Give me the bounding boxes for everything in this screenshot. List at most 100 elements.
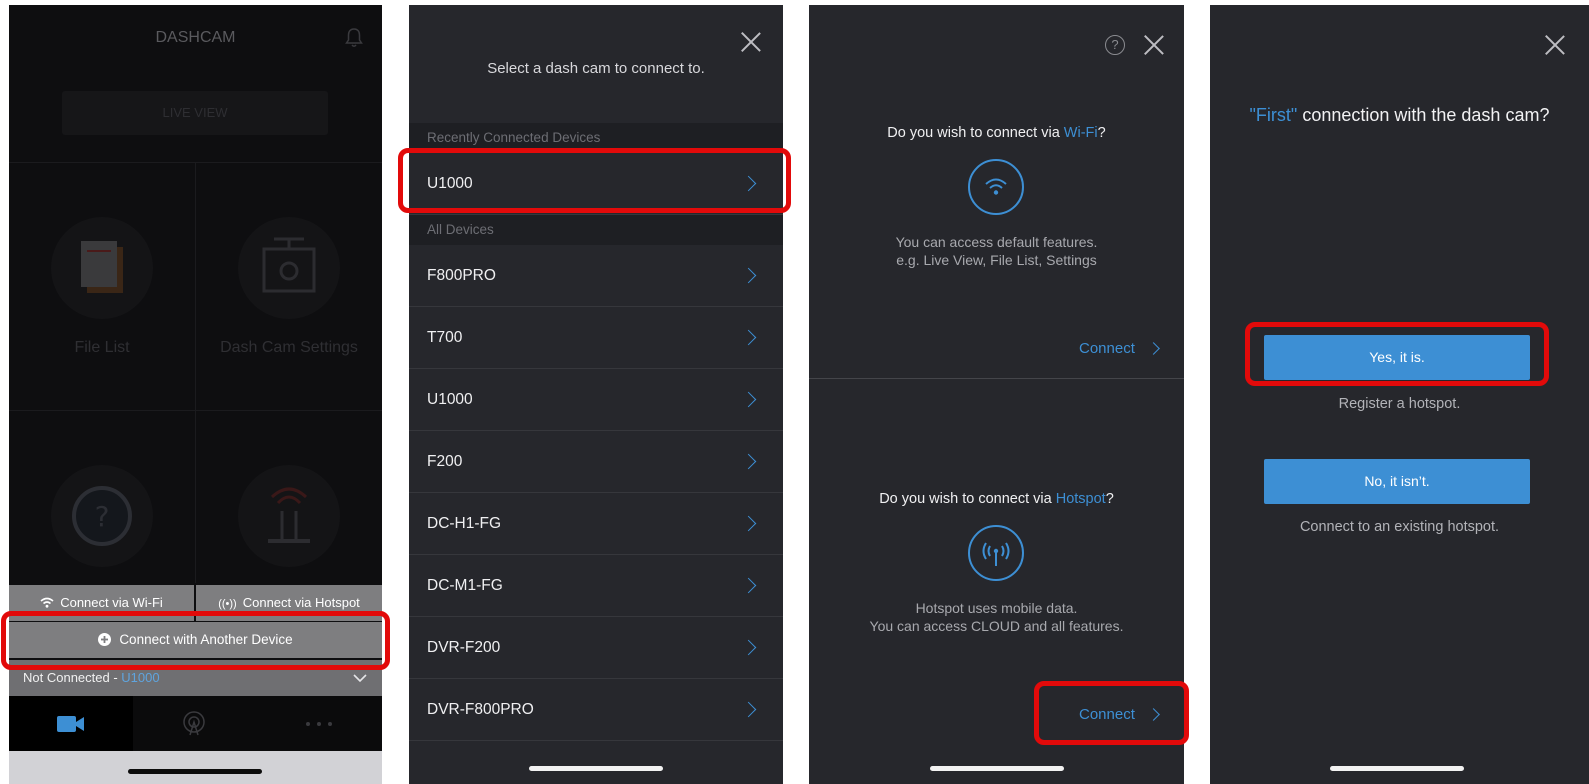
wifi-desc-line: You can access default features. bbox=[895, 234, 1098, 250]
recent-devices-header: Recently Connected Devices bbox=[409, 123, 783, 153]
hotspot-desc-line: You can access CLOUD and all features. bbox=[869, 618, 1124, 634]
chevron-right-icon bbox=[1147, 708, 1160, 721]
no-description: Connect to an existing hotspot. bbox=[1299, 519, 1500, 535]
wifi-desc-line: e.g. Live View, File List, Settings bbox=[896, 252, 1097, 268]
device-name: F800PRO bbox=[427, 267, 496, 284]
chevron-right-icon bbox=[1147, 342, 1160, 355]
device-row[interactable]: F800PRO bbox=[409, 245, 783, 307]
connect-hotspot-label: Connect via Hotspot bbox=[242, 595, 360, 610]
close-icon[interactable] bbox=[1544, 34, 1566, 56]
dashcam-home-screen: DASHCAM LIVE VIEW File List Dash Cam Set… bbox=[9, 5, 382, 784]
device-name: F200 bbox=[427, 453, 463, 470]
connect-label: Connect bbox=[1079, 340, 1135, 357]
tile-help[interactable]: ? bbox=[9, 411, 195, 583]
wifi-question-accent: Wi-Fi bbox=[1063, 125, 1098, 141]
svg-text:?: ? bbox=[95, 500, 110, 533]
live-view-button[interactable]: LIVE VIEW bbox=[62, 91, 328, 135]
question-text: connection with the dash cam? bbox=[1297, 105, 1550, 125]
chevron-right-icon bbox=[740, 701, 757, 718]
router-icon bbox=[268, 487, 310, 543]
chevron-right-icon bbox=[740, 391, 757, 408]
tile-router[interactable] bbox=[196, 411, 382, 583]
device-name: DVR-F200 bbox=[427, 639, 501, 656]
chevron-right-icon bbox=[740, 453, 757, 470]
tab-more[interactable] bbox=[257, 696, 382, 751]
connect-wifi-label: Connect via Wi-Fi bbox=[60, 595, 163, 610]
hotspot-icon-circle bbox=[968, 525, 1024, 581]
device-select-screen: Select a dash cam to connect to. Recentl… bbox=[409, 5, 783, 784]
home-indicator-area bbox=[9, 751, 382, 784]
home-indicator bbox=[529, 766, 663, 771]
select-prompt: Select a dash cam to connect to. bbox=[487, 60, 705, 77]
hotspot-icon bbox=[982, 542, 1010, 566]
device-row[interactable]: F200 bbox=[409, 431, 783, 493]
wifi-icon bbox=[985, 178, 1007, 195]
wifi-connect-button[interactable]: Connect bbox=[1079, 340, 1135, 357]
home-indicator bbox=[128, 769, 262, 774]
chevron-right-icon bbox=[740, 577, 757, 594]
hotspot-description: Hotspot uses mobile data. You can access… bbox=[809, 599, 1184, 635]
cloud-icon bbox=[183, 711, 205, 736]
tile-label: Dash Cam Settings bbox=[220, 339, 358, 356]
no-button[interactable]: No, it isn’t. bbox=[1264, 459, 1530, 504]
device-row[interactable]: DVR-F200 bbox=[409, 617, 783, 679]
status-device: U1000 bbox=[121, 670, 160, 685]
device-row[interactable]: DVR-F800PRO bbox=[409, 679, 783, 741]
camera-icon bbox=[57, 716, 84, 732]
connect-hotspot-button[interactable]: ((•)) Connect via Hotspot bbox=[196, 585, 382, 621]
device-name: DC-H1-FG bbox=[427, 515, 502, 532]
hotspot-question: Do you wish to connect via Hotspot? bbox=[809, 491, 1184, 507]
wifi-question-text: Do you wish to connect via bbox=[887, 125, 1064, 141]
device-name: U1000 bbox=[427, 175, 473, 192]
connect-another-label: Connect with Another Device bbox=[119, 632, 293, 647]
wifi-icon bbox=[40, 597, 54, 608]
device-row[interactable]: T700 bbox=[409, 307, 783, 369]
recent-device-row[interactable]: U1000 bbox=[409, 153, 783, 215]
tile-label: File List bbox=[74, 339, 130, 356]
yes-button[interactable]: Yes, it is. bbox=[1264, 335, 1530, 380]
file-list-icon bbox=[81, 241, 123, 293]
help-icon: ? bbox=[72, 486, 132, 546]
tile-file-list[interactable]: File List bbox=[9, 163, 195, 410]
help-circle-icon[interactable]: ? bbox=[1105, 35, 1125, 55]
home-indicator bbox=[1330, 766, 1464, 771]
device-name: DVR-F800PRO bbox=[427, 701, 534, 718]
chevron-right-icon bbox=[740, 639, 757, 656]
hotspot-icon: ((•)) bbox=[218, 598, 237, 610]
connect-another-device-button[interactable]: Connect with Another Device bbox=[9, 622, 382, 658]
device-name: T700 bbox=[427, 329, 463, 346]
chevron-right-icon bbox=[740, 175, 757, 192]
question-accent: "First" bbox=[1249, 105, 1298, 125]
settings-icon bbox=[262, 237, 316, 293]
first-connection-screen: "First" connection with the dash cam? Ye… bbox=[1210, 5, 1589, 784]
all-devices-header: All Devices bbox=[409, 215, 783, 245]
hotspot-question-text: Do you wish to connect via bbox=[879, 491, 1056, 507]
first-connection-question: "First" connection with the dash cam? bbox=[1210, 105, 1589, 126]
hotspot-connect-button[interactable]: Connect bbox=[1079, 706, 1135, 723]
chevron-right-icon bbox=[740, 267, 757, 284]
connect-label: Connect bbox=[1079, 706, 1135, 723]
chevron-right-icon bbox=[740, 515, 757, 532]
divider bbox=[809, 378, 1184, 379]
tab-camera[interactable] bbox=[9, 696, 133, 751]
device-row[interactable]: U1000 bbox=[409, 369, 783, 431]
bottom-tab-bar bbox=[9, 696, 382, 751]
wifi-question: Do you wish to connect via Wi-Fi? bbox=[809, 125, 1184, 141]
device-name: DC-M1-FG bbox=[427, 577, 503, 594]
screenshot-collage: DASHCAM LIVE VIEW File List Dash Cam Set… bbox=[0, 0, 1589, 784]
chevron-down-icon[interactable] bbox=[353, 674, 367, 683]
connection-status-bar[interactable]: Not Connected - U1000 bbox=[9, 660, 382, 696]
close-icon[interactable] bbox=[1143, 34, 1165, 56]
tab-cloud[interactable] bbox=[133, 696, 257, 751]
device-row[interactable]: DC-H1-FG bbox=[409, 493, 783, 555]
bell-icon[interactable] bbox=[345, 27, 363, 49]
hotspot-desc-line: Hotspot uses mobile data. bbox=[915, 600, 1078, 616]
connect-wifi-button[interactable]: Connect via Wi-Fi bbox=[9, 585, 194, 621]
wifi-description: You can access default features. e.g. Li… bbox=[809, 233, 1184, 269]
device-row[interactable]: DC-M1-FG bbox=[409, 555, 783, 617]
yes-description: Register a hotspot. bbox=[1338, 396, 1461, 412]
close-icon[interactable] bbox=[740, 31, 762, 53]
hotspot-question-suffix: ? bbox=[1105, 491, 1114, 507]
connection-method-screen: ? Do you wish to connect via Wi-Fi? You … bbox=[809, 5, 1184, 784]
tile-dash-cam-settings[interactable]: Dash Cam Settings bbox=[196, 163, 382, 410]
